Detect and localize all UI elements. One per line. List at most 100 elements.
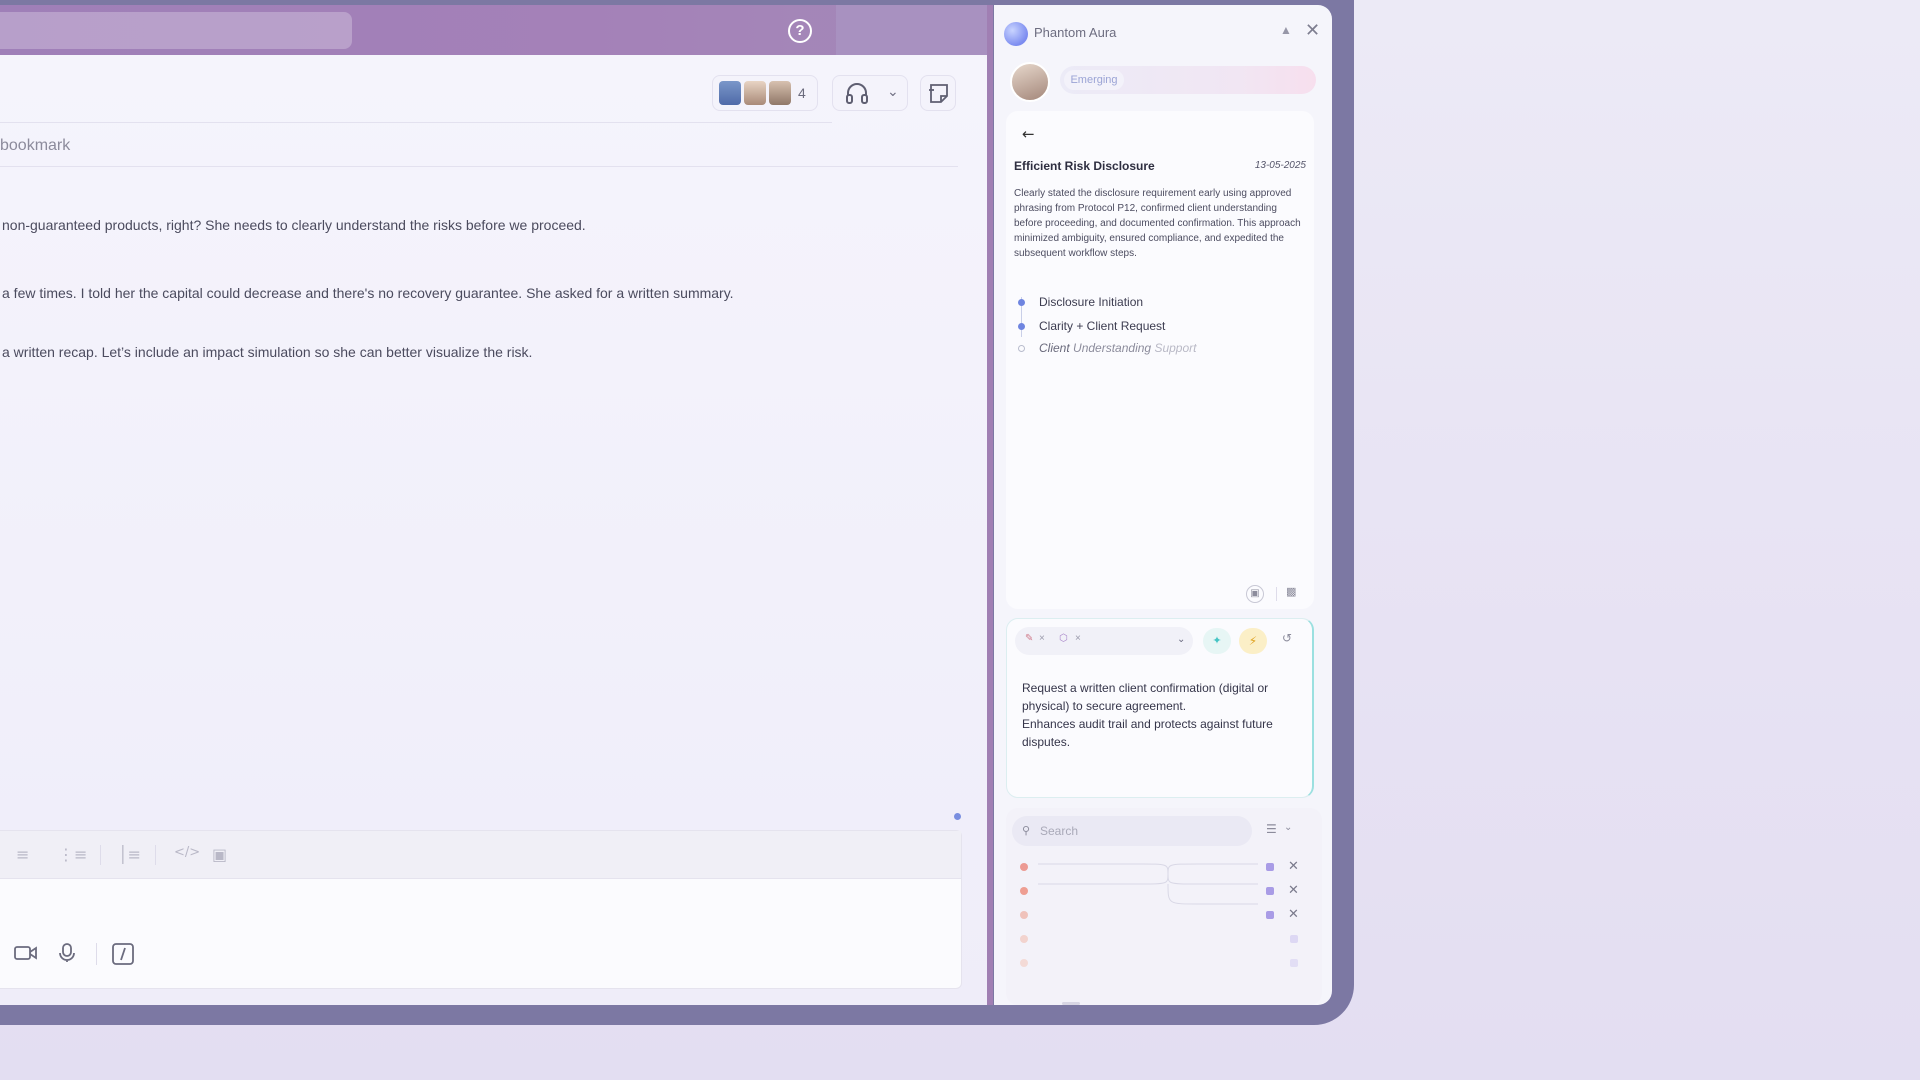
pin-icon[interactable]: ▲ (1280, 23, 1292, 37)
target-dot (1290, 935, 1298, 943)
suggestion-card: ✎ × ⬡ × ⌄ ✦ ⚡ ↺ Request a written client… (1006, 618, 1314, 798)
suggestion-line: Request a written client confirmation (d… (1022, 681, 1269, 713)
trash-icon[interactable]: ▩ (1286, 585, 1296, 598)
main-app: ? 4 ⌄ bookmark non-guaranteed products, … (0, 5, 993, 1005)
code-block-icon[interactable]: ▣ (212, 845, 227, 864)
headphones-icon (846, 83, 868, 104)
source-dot (1020, 959, 1028, 967)
filter-icon[interactable]: ☰ (1266, 822, 1277, 836)
quote-icon[interactable]: │≡ (118, 845, 141, 864)
divider (0, 122, 832, 123)
top-bar: ? (0, 5, 987, 55)
step-dot (1018, 299, 1025, 307)
divider (100, 845, 101, 865)
back-arrow-icon[interactable]: ← (1022, 125, 1035, 143)
message-text: a few times. I told her the capital coul… (2, 285, 734, 301)
video-icon[interactable] (14, 943, 38, 963)
avatar (719, 81, 741, 105)
step-item[interactable]: Client Understanding Support (1018, 341, 1196, 355)
sticky-note-button[interactable] (920, 75, 956, 111)
source-dot (1020, 887, 1028, 895)
avatar[interactable] (1010, 62, 1050, 102)
remove-chip-icon[interactable]: × (1039, 633, 1045, 644)
mapping-row[interactable]: ✕ (1020, 858, 1310, 874)
help-icon[interactable]: ? (788, 19, 812, 43)
divider (96, 943, 97, 965)
card-description: Clearly stated the disclosure requiremen… (1014, 188, 1301, 259)
pen-icon: ✎ (1025, 633, 1034, 644)
close-icon[interactable]: ✕ (1288, 882, 1299, 898)
step-item[interactable]: Clarity + Client Request (1018, 319, 1165, 333)
divider (1276, 587, 1277, 601)
source-dot (1020, 863, 1028, 871)
global-search-bar[interactable] (0, 12, 352, 49)
close-icon[interactable]: ✕ (1288, 906, 1299, 922)
step-item[interactable]: Disclosure Initiation (1018, 295, 1143, 309)
level-progress: Emerging (1060, 66, 1316, 94)
mapping-row[interactable] (1020, 957, 1310, 969)
divider (0, 166, 958, 167)
chevron-down-icon[interactable]: ⌄ (1284, 822, 1292, 833)
formatting-toolbar: ≡ ⋮≡ │≡ </> ▣ (0, 831, 961, 879)
code-icon[interactable]: </> (174, 845, 200, 860)
message-text: non-guaranteed products, right? She need… (2, 217, 586, 233)
ordered-list-icon[interactable]: ≡ (16, 845, 29, 864)
mapping-row[interactable] (1020, 933, 1310, 945)
source-dot (1020, 935, 1028, 943)
target-dot (1290, 959, 1298, 967)
audio-call-button[interactable]: ⌄ (832, 75, 908, 111)
avatar (744, 81, 766, 105)
sticky-note-icon (929, 84, 948, 103)
divider (155, 845, 156, 865)
close-icon[interactable]: ✕ (1305, 20, 1320, 41)
step-dot (1018, 345, 1025, 353)
target-dot (1266, 863, 1274, 871)
message-text: a written recap. Let’s include an impact… (2, 344, 533, 360)
archive-icon[interactable]: ▣ (1246, 585, 1264, 603)
assistant-panel: Phantom Aura ▲ ✕ Emerging ← Efficient Ri… (994, 5, 1332, 1005)
search-input[interactable] (1040, 821, 1240, 841)
history-icon[interactable]: ↺ (1282, 631, 1292, 645)
level-badge: Emerging (1064, 70, 1124, 90)
step-label: Understanding (1073, 341, 1152, 355)
target-dot (1266, 887, 1274, 895)
search-icon: ⚲ (1022, 825, 1031, 837)
chevron-down-icon[interactable]: ⌄ (887, 83, 899, 100)
slash-command-icon[interactable] (112, 943, 134, 965)
bookmark-field[interactable]: bookmark (0, 137, 70, 155)
remove-chip-icon[interactable]: × (1075, 633, 1081, 644)
bullet-list-icon[interactable]: ⋮≡ (58, 845, 87, 864)
sparkle-icon[interactable]: ✦ (1203, 628, 1231, 654)
scroll-indicator (954, 813, 961, 820)
card-title: Efficient Risk Disclosure (1014, 159, 1155, 173)
participants-group[interactable]: 4 (712, 75, 818, 111)
chevron-down-icon[interactable]: ⌄ (1177, 634, 1185, 645)
lightning-icon[interactable]: ⚡ (1239, 628, 1267, 654)
scrollbar-handle[interactable] (1062, 1002, 1080, 1005)
mapping-row[interactable]: ✕ (1020, 906, 1310, 922)
hexagon-icon: ⬡ (1059, 633, 1068, 644)
phantom-logo-icon (1004, 22, 1028, 46)
participant-count: 4 (798, 85, 806, 101)
topbar-right-area (836, 5, 987, 55)
microphone-icon[interactable] (58, 943, 76, 963)
panel-title: Phantom Aura (1034, 25, 1117, 40)
mapping-row[interactable]: ✕ (1020, 882, 1310, 898)
step-label: Clarity + Client Request (1039, 319, 1166, 333)
close-icon[interactable]: ✕ (1288, 858, 1299, 874)
suggestion-line: Enhances audit trail and protects agains… (1022, 717, 1273, 749)
insight-card: ← Efficient Risk Disclosure 13-05-2025 C… (1006, 111, 1314, 609)
step-label: Client (1039, 341, 1070, 355)
context-chips[interactable]: ✎ × ⬡ × ⌄ (1015, 627, 1193, 655)
step-dot (1018, 323, 1025, 331)
avatar (769, 81, 791, 105)
source-dot (1020, 911, 1028, 919)
step-label: Disclosure Initiation (1039, 295, 1144, 309)
suggestion-text: Request a written client confirmation (d… (1022, 679, 1306, 751)
search-box[interactable]: ⚲ (1012, 816, 1252, 846)
message-composer[interactable]: ≡ ⋮≡ │≡ </> ▣ (0, 830, 962, 989)
mapping-section: ⚲ ☰ ⌄ ✕ ✕ ✕ (1006, 808, 1322, 1005)
card-date: 13-05-2025 (1254, 160, 1306, 171)
step-label: Support (1154, 341, 1197, 355)
target-dot (1266, 911, 1274, 919)
